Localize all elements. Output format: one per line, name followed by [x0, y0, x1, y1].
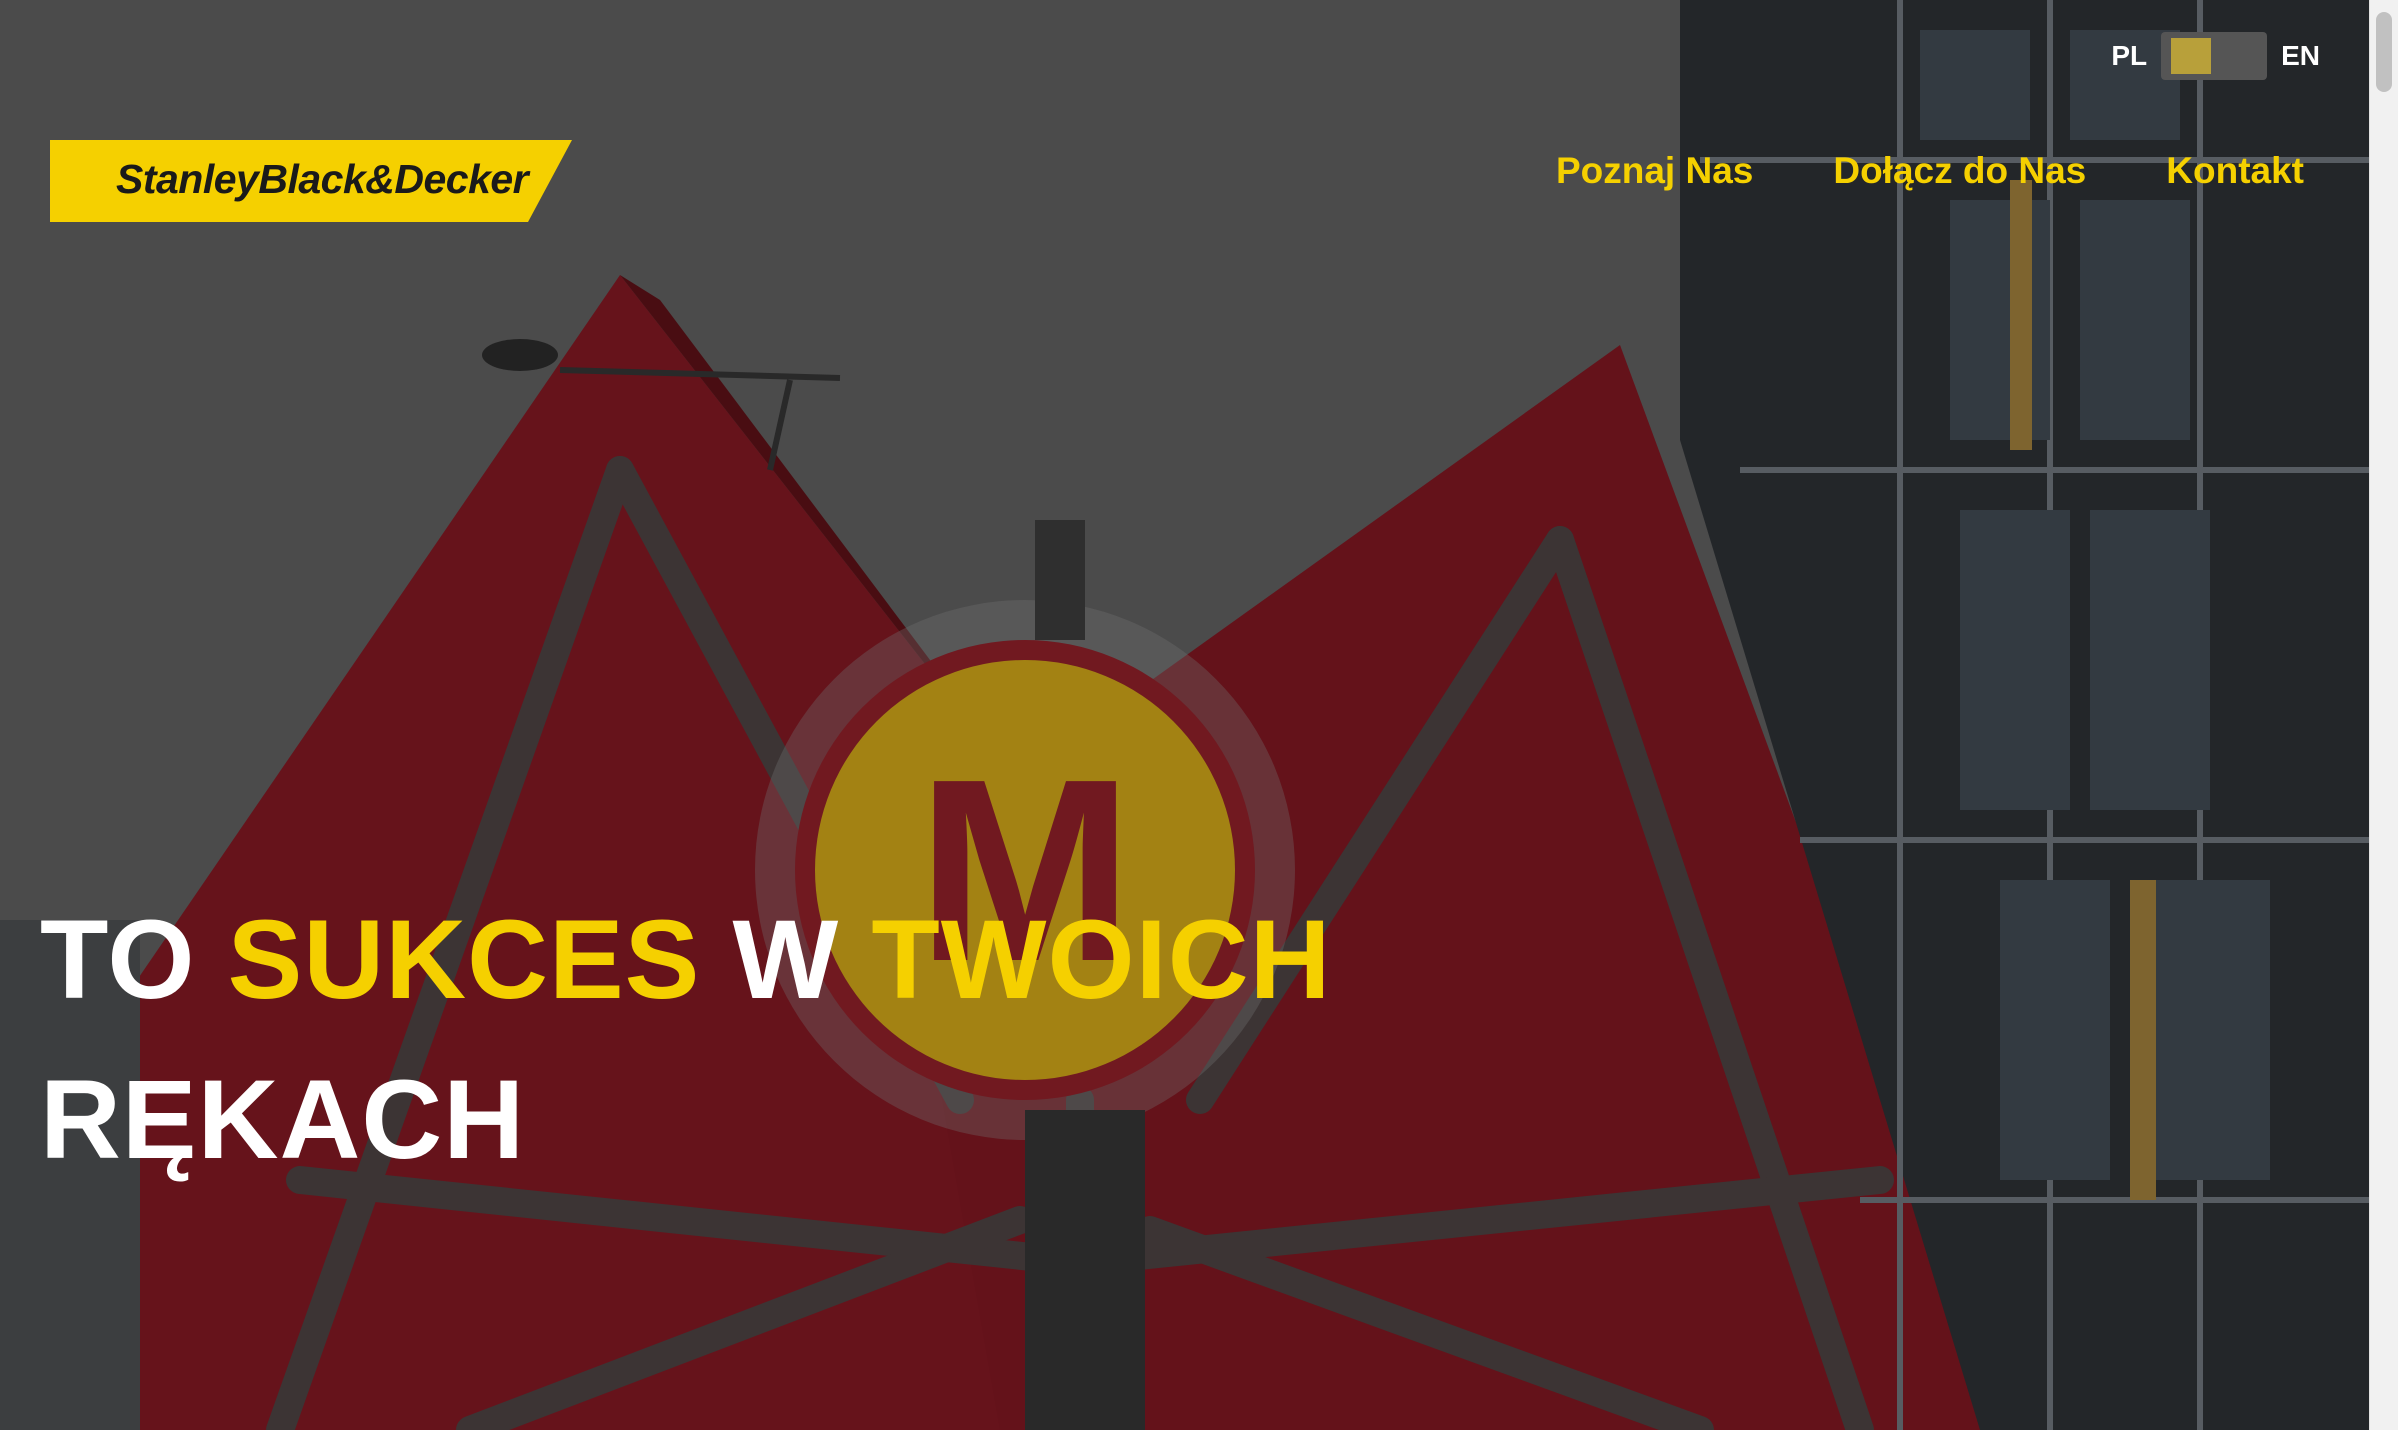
scrollbar-thumb[interactable] — [2376, 12, 2392, 92]
headline-word-sukces: SUKCES — [227, 897, 701, 1022]
nav-item-poznaj-nas[interactable]: Poznaj Nas — [1556, 150, 1753, 192]
hero-headline: TO SUKCES W TWOICH RĘKACH — [40, 880, 1340, 1200]
nav-item-kontakt[interactable]: Kontakt — [2166, 150, 2304, 192]
main-nav: Poznaj Nas Dołącz do Nas Kontakt — [1556, 150, 2304, 192]
lang-pl-label[interactable]: PL — [2111, 40, 2147, 72]
headline-word-to: TO — [40, 897, 228, 1022]
language-toggle[interactable] — [2161, 32, 2268, 80]
lang-en-label[interactable]: EN — [2281, 40, 2320, 72]
headline-word-twoich: TWOICH — [871, 897, 1332, 1022]
page-scrollbar[interactable] — [2369, 0, 2398, 1430]
stanley-black-decker-logo[interactable]: StanleyBlack&Decker — [50, 140, 572, 222]
language-switch: PL EN — [2111, 32, 2320, 80]
headline-word-w: W — [700, 897, 872, 1022]
language-toggle-knob — [2171, 38, 2212, 74]
nav-item-dolacz-do-nas[interactable]: Dołącz do Nas — [1833, 150, 2086, 192]
logo-text: StanleyBlack&Decker — [116, 156, 529, 202]
headline-word-rekach: RĘKACH — [40, 1057, 526, 1182]
